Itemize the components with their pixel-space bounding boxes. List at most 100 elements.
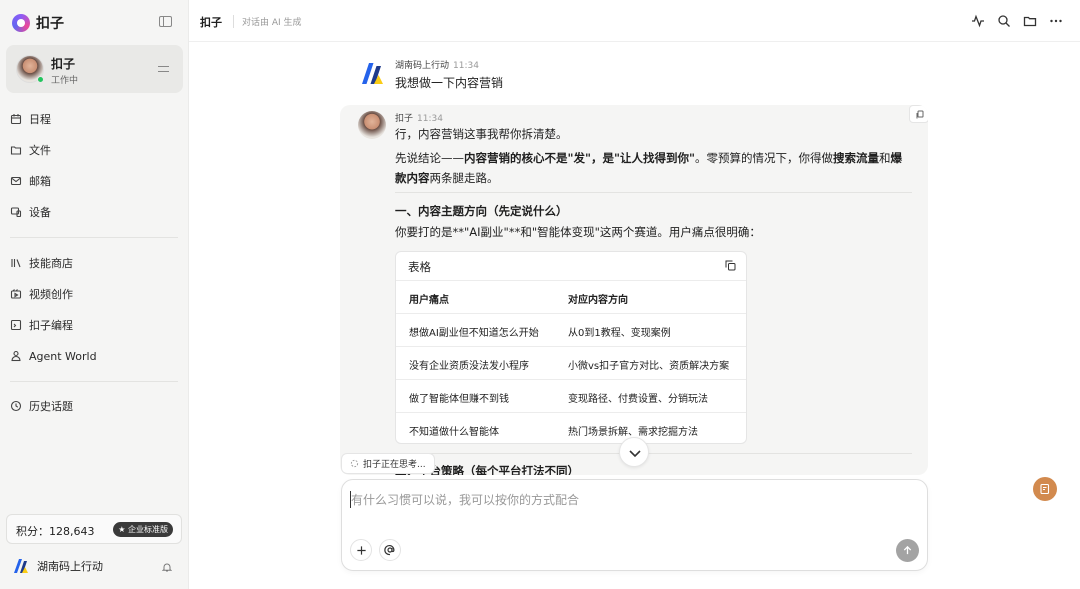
scroll-to-bottom-button[interactable] bbox=[619, 437, 649, 467]
sidebar: 扣子 扣子 工作中 日程 文件 邮箱 设备 技能商店 视频创作 扣子编程 Age… bbox=[0, 0, 189, 589]
profile-status: 工作中 bbox=[51, 76, 79, 86]
text-run: 和 bbox=[878, 151, 891, 165]
sidebar-item-label: 日程 bbox=[29, 113, 51, 126]
sidebar-item-label: 技能商店 bbox=[29, 257, 73, 270]
page-subtitle: 对话由 AI 生成 bbox=[233, 15, 302, 28]
at-icon bbox=[384, 545, 395, 556]
table-row: 做了智能体但赚不到钱 变现路径、付费设置、分销玩法 bbox=[396, 379, 746, 412]
user-avatar bbox=[360, 60, 386, 86]
sidebar-item-coding[interactable]: 扣子编程 bbox=[10, 315, 73, 335]
spinner-icon bbox=[350, 459, 359, 468]
settings-toggle-icon[interactable] bbox=[158, 64, 169, 74]
folder-icon bbox=[10, 144, 22, 156]
table-cell: 小微vs扣子官方对比、资质解决方案 bbox=[568, 361, 730, 372]
sidebar-item-mail[interactable]: 邮箱 bbox=[10, 171, 51, 191]
search-icon[interactable] bbox=[997, 14, 1011, 28]
folder-icon[interactable] bbox=[1023, 14, 1037, 28]
divider bbox=[10, 237, 178, 238]
text-run: 两条腿走路。 bbox=[429, 171, 499, 185]
history-icon bbox=[10, 400, 22, 412]
sidebar-item-skill-store[interactable]: 技能商店 bbox=[10, 253, 73, 273]
plus-icon bbox=[356, 545, 366, 555]
table-header-cell: 对应内容方向 bbox=[568, 295, 628, 306]
device-icon bbox=[10, 206, 22, 218]
sidebar-item-calendar[interactable]: 日程 bbox=[10, 109, 51, 129]
user-message-sender: 湖南码上行动 bbox=[395, 61, 450, 71]
sidebar-item-label: 邮箱 bbox=[29, 175, 51, 188]
user-message-text: 我想做一下内容营销 bbox=[395, 76, 504, 90]
composer-input[interactable]: 有什么习惯可以说，我可以按你的方式配合 bbox=[350, 491, 579, 508]
copy-message-button[interactable] bbox=[909, 105, 928, 123]
bold-run: 搜索流量 bbox=[832, 151, 879, 165]
divider bbox=[395, 453, 912, 454]
bot-message: 扣子 11:34 行，内容营销这事我帮你拆清楚。 先说结论——内容营销的核心不是"… bbox=[340, 105, 928, 475]
library-icon bbox=[10, 257, 22, 269]
thinking-indicator: 扣子正在思考... bbox=[341, 453, 435, 474]
sidebar-toggle-icon[interactable] bbox=[159, 16, 172, 27]
mail-icon bbox=[10, 175, 22, 187]
message-composer[interactable]: 有什么习惯可以说，我可以按你的方式配合 bbox=[341, 479, 928, 571]
points-card[interactable]: 积分：128,643 ★ 企业标准版 bbox=[6, 514, 182, 544]
sidebar-item-history[interactable]: 历史话题 bbox=[10, 396, 73, 416]
sidebar-item-agent-world[interactable]: Agent World bbox=[10, 346, 97, 366]
sidebar-item-label: 扣子编程 bbox=[29, 319, 73, 332]
table-header-cell: 用户痛点 bbox=[409, 295, 449, 306]
activity-icon[interactable] bbox=[971, 14, 985, 28]
bot-line-1: 行，内容营销这事我帮你拆清楚。 bbox=[395, 127, 568, 141]
table-cell: 想做AI副业但不知道怎么开始 bbox=[409, 328, 539, 339]
bot-avatar bbox=[358, 111, 386, 139]
code-icon bbox=[10, 319, 22, 331]
person-icon bbox=[10, 350, 22, 362]
table-row: 没有企业资质没法发小程序 小微vs扣子官方对比、资质解决方案 bbox=[396, 346, 746, 379]
copy-table-icon[interactable] bbox=[725, 260, 736, 271]
divider bbox=[395, 192, 912, 193]
bold-run: 款内容 bbox=[395, 171, 430, 185]
sidebar-item-label: Agent World bbox=[29, 349, 97, 363]
sidebar-item-label: 历史话题 bbox=[29, 400, 73, 413]
table-header-row: 用户痛点 对应内容方向 bbox=[396, 280, 746, 313]
profile-card[interactable]: 扣子 工作中 bbox=[6, 45, 183, 93]
plan-badge-label: 企业标准版 bbox=[128, 525, 168, 534]
bold-run: 内容营销的核心不是"发"，是"让人找得到你" bbox=[464, 151, 695, 165]
table-cell: 做了智能体但赚不到钱 bbox=[409, 394, 509, 405]
arrow-up-icon bbox=[903, 545, 912, 555]
more-icon[interactable] bbox=[1049, 14, 1063, 28]
table-cell: 不知道做什么智能体 bbox=[409, 427, 499, 438]
coze-logo-icon bbox=[12, 14, 30, 32]
bot-message-sender: 扣子 bbox=[395, 114, 414, 124]
bot-paragraph-2: 先说结论——内容营销的核心不是"发"，是"让人找得到你"。零预算的情况下，你得做… bbox=[395, 148, 915, 188]
chat-header: 扣子 对话由 AI 生成 bbox=[189, 0, 1080, 42]
note-edit-icon bbox=[1040, 483, 1050, 495]
team-logo-icon bbox=[12, 557, 30, 575]
table-title: 表格 bbox=[408, 260, 431, 274]
section-heading: 一、内容主题方向（先定说什么） bbox=[395, 204, 568, 218]
user-message-meta: 湖南码上行动 11:34 bbox=[395, 58, 479, 71]
app-logo[interactable]: 扣子 bbox=[12, 13, 64, 33]
mention-button[interactable] bbox=[379, 539, 401, 561]
sidebar-item-video[interactable]: 视频创作 bbox=[10, 284, 73, 304]
sidebar-item-label: 文件 bbox=[29, 144, 51, 157]
table-card: 表格 用户痛点 对应内容方向 想做AI副业但不知道怎么开始 从0到1教程、变现案… bbox=[395, 251, 747, 444]
table-cell: 没有企业资质没法发小程序 bbox=[409, 361, 529, 372]
divider bbox=[10, 381, 178, 382]
sidebar-item-label: 设备 bbox=[29, 206, 51, 219]
send-button[interactable] bbox=[896, 539, 919, 562]
table-cell: 变现路径、付费设置、分销玩法 bbox=[568, 394, 708, 405]
bell-icon[interactable] bbox=[161, 561, 173, 572]
calendar-icon bbox=[10, 113, 22, 125]
sidebar-item-files[interactable]: 文件 bbox=[10, 140, 51, 160]
team-switcher[interactable]: 湖南码上行动 bbox=[12, 557, 103, 575]
profile-name: 扣子 bbox=[51, 57, 76, 71]
team-name: 湖南码上行动 bbox=[37, 560, 103, 573]
online-status-dot bbox=[37, 76, 44, 83]
text-run: 先说结论—— bbox=[395, 151, 464, 165]
sidebar-item-devices[interactable]: 设备 bbox=[10, 202, 51, 222]
sidebar-item-label: 视频创作 bbox=[29, 288, 73, 301]
add-attachment-button[interactable] bbox=[350, 539, 372, 561]
bot-message-time: 11:34 bbox=[417, 114, 443, 124]
table-row: 想做AI副业但不知道怎么开始 从0到1教程、变现案例 bbox=[396, 313, 746, 346]
notes-fab-button[interactable] bbox=[1033, 477, 1057, 501]
text-run: 。零预算的情况下，你得做 bbox=[694, 151, 833, 165]
table-cell: 热门场景拆解、需求挖掘方法 bbox=[568, 427, 698, 438]
bot-message-meta: 扣子 11:34 bbox=[395, 111, 443, 124]
